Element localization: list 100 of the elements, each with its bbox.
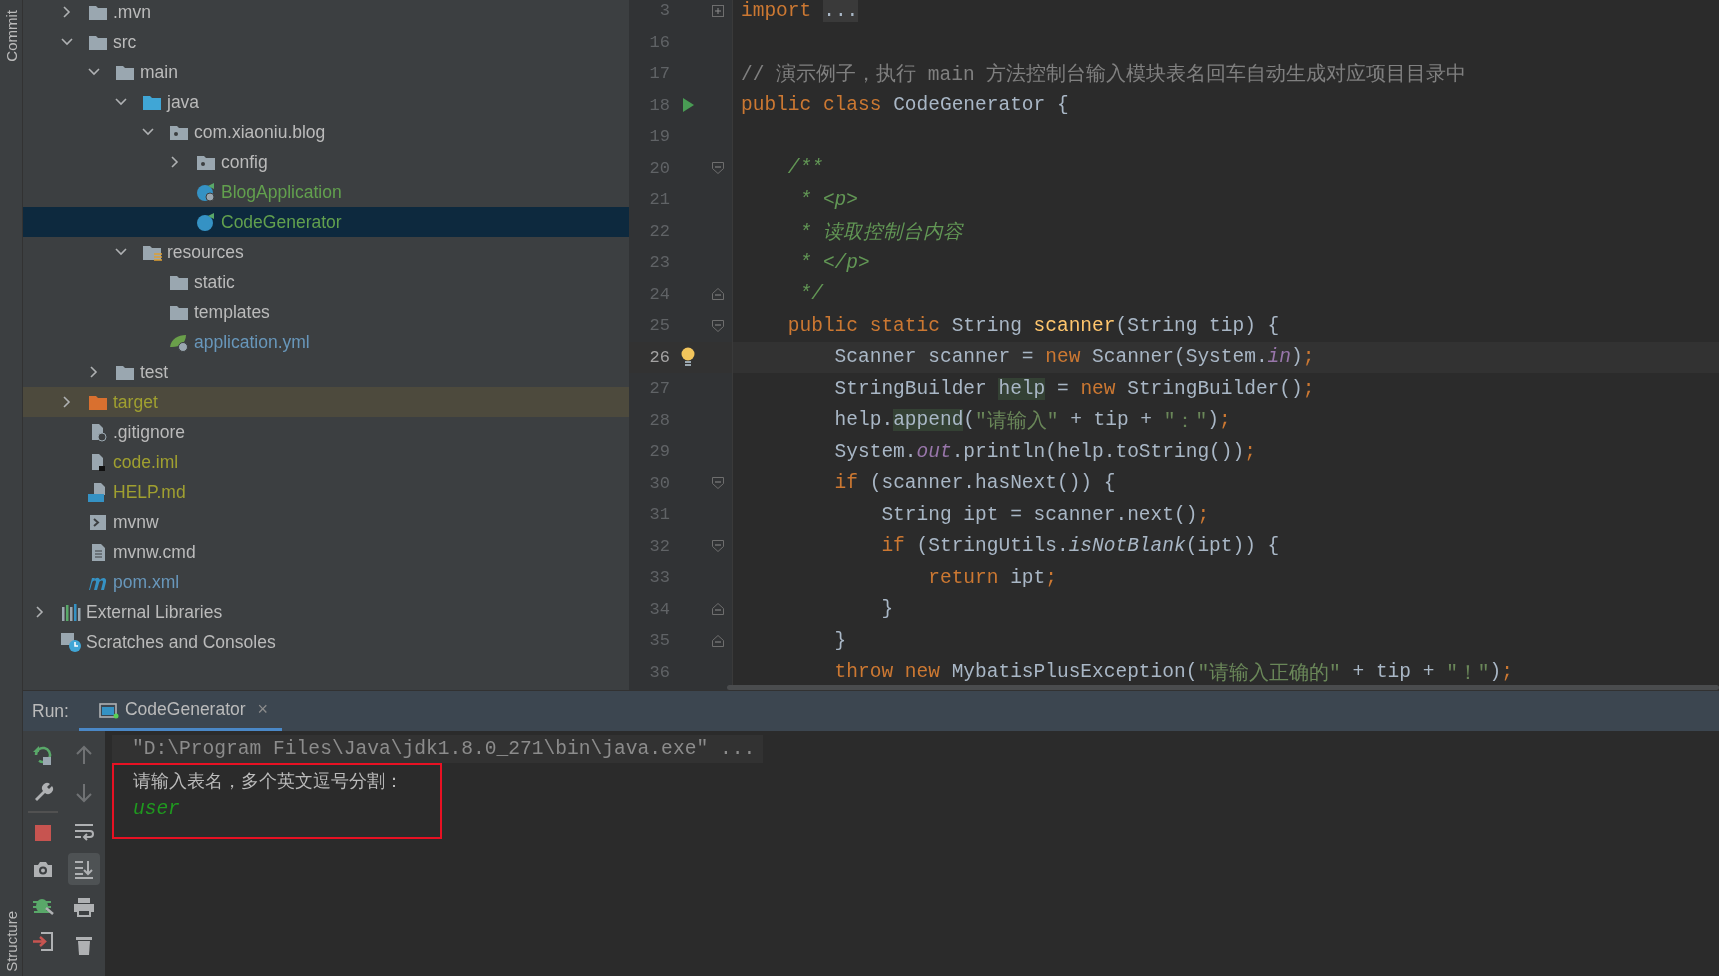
- tree-item-label[interactable]: mvnw: [113, 511, 159, 533]
- code-token: (String tip) {: [1115, 314, 1280, 337]
- fold-icon[interactable]: [712, 634, 724, 647]
- code-token: + tip +: [1069, 409, 1154, 432]
- code-token: StringBuilder: [833, 377, 988, 400]
- tree-item-label[interactable]: src: [113, 31, 137, 53]
- tree-item-label[interactable]: Scratches and Consoles: [86, 631, 276, 653]
- code-token: help: [998, 377, 1046, 400]
- code-token: ): [1489, 661, 1502, 684]
- code-token: ...: [823, 0, 859, 22]
- tree-item-label[interactable]: application.yml: [194, 331, 310, 353]
- code-token: .println(help.toString()): [951, 440, 1245, 463]
- code-token: out: [916, 440, 952, 463]
- code-token: ): [1291, 346, 1303, 369]
- commit-tool-tab[interactable]: Commit: [2, 10, 20, 62]
- code-token: * 读取控制台内容: [798, 220, 963, 245]
- tree-item-label[interactable]: HELP.md: [113, 481, 186, 503]
- code-token: ;: [1197, 503, 1210, 526]
- code-token: "：": [1163, 409, 1208, 434]
- code-token: if: [880, 535, 906, 558]
- fold-icon[interactable]: [712, 603, 724, 616]
- exit-icon: [32, 930, 54, 952]
- code-token: "请输入": [975, 409, 1059, 434]
- code-token: isNotBlank: [1068, 535, 1186, 558]
- code-token: }: [833, 629, 847, 652]
- tree-item-label[interactable]: templates: [194, 301, 270, 323]
- code-token: =: [1055, 377, 1070, 400]
- console-window-icon: [98, 700, 119, 719]
- fold-icon[interactable]: [712, 477, 724, 490]
- code-token: ;: [1302, 346, 1315, 369]
- code-token: scanner: [1033, 314, 1116, 337]
- code-token: // 演示例子，执行 main 方法控制台输入模块表名回车自动生成对应项目目录中: [741, 62, 1467, 88]
- class-icon: [195, 211, 217, 233]
- tree-item-label[interactable]: .mvn: [113, 1, 151, 23]
- code-token: throw new: [833, 661, 941, 684]
- tree-item-label[interactable]: static: [194, 271, 235, 293]
- code-token: StringBuilder(): [1127, 377, 1303, 400]
- code-token: import: [741, 0, 812, 22]
- code-token: CodeGenerator {: [893, 94, 1069, 117]
- scroll-to-end-button[interactable]: [68, 853, 100, 885]
- code-token: (: [963, 409, 976, 432]
- code-token: String: [951, 314, 1023, 337]
- code-token: Scanner(System.: [1092, 346, 1268, 369]
- code-token: Scanner scanner =: [833, 346, 1035, 369]
- library-bars-icon: [60, 601, 82, 623]
- code-token: if: [833, 472, 860, 495]
- code-token: "请输入正确的": [1197, 661, 1341, 686]
- code-token: ;: [1045, 566, 1057, 589]
- tree-item-label[interactable]: resources: [167, 241, 244, 263]
- tree-item-label[interactable]: BlogApplication: [221, 181, 342, 203]
- tree-item-label[interactable]: .gitignore: [113, 421, 185, 443]
- tree-item-label[interactable]: code.iml: [113, 451, 179, 473]
- code-token: /**: [786, 157, 823, 180]
- scroll-to-end-icon: [73, 858, 95, 880]
- arrow-down-icon: [73, 782, 95, 804]
- fold-icon[interactable]: [712, 319, 724, 332]
- code-token: new: [1080, 377, 1117, 400]
- trash-icon: [73, 934, 95, 956]
- rerun-icon: [32, 744, 54, 766]
- console-output: 请输入表名，多个英文逗号分割：: [133, 769, 404, 793]
- lightbulb-icon[interactable]: [680, 347, 696, 368]
- tree-item-label[interactable]: com.xiaoniu.blog: [194, 121, 326, 143]
- tree-item-label[interactable]: java: [167, 91, 200, 113]
- code-token: return: [927, 566, 1000, 589]
- code-token: String ipt = scanner.next(): [880, 503, 1198, 526]
- fold-icon[interactable]: [712, 288, 724, 301]
- code-token: append: [893, 409, 964, 432]
- code-token: }: [880, 598, 894, 621]
- structure-tool-tab[interactable]: Structure: [2, 911, 20, 972]
- tree-item-label[interactable]: External Libraries: [86, 601, 223, 623]
- tree-item-label[interactable]: mvnw.cmd: [113, 541, 196, 563]
- tree-item-label[interactable]: target: [113, 391, 158, 413]
- tree-item-label[interactable]: pom.xml: [113, 571, 180, 593]
- tree-row[interactable]: target: [23, 387, 629, 417]
- tree-item-label[interactable]: main: [140, 61, 178, 83]
- fold-icon[interactable]: [712, 162, 724, 175]
- code-token: ;: [1218, 409, 1231, 432]
- code-token: System.: [833, 440, 917, 463]
- close-icon[interactable]: ×: [257, 699, 269, 720]
- tree-item-label[interactable]: config: [221, 151, 268, 173]
- code-token: "！": [1446, 661, 1490, 686]
- stop-icon: [32, 822, 54, 844]
- code-token: (ipt)) {: [1185, 535, 1280, 558]
- code-token: ipt: [1010, 566, 1046, 589]
- run-icon[interactable]: [681, 97, 695, 114]
- code-token: (StringUtils.: [916, 535, 1069, 558]
- tree-row[interactable]: CodeGenerator: [23, 207, 629, 237]
- code-token: ;: [1244, 440, 1256, 463]
- tree-item-label[interactable]: CodeGenerator: [221, 211, 342, 233]
- tree-item-label[interactable]: test: [140, 361, 169, 383]
- class-icon: [195, 181, 217, 203]
- code-token: MybatisPlusException(: [951, 661, 1198, 684]
- fold-icon[interactable]: [712, 540, 724, 553]
- fold-plus-icon[interactable]: [712, 4, 724, 17]
- code-token: * </p>: [798, 251, 870, 274]
- printer-icon: [73, 896, 95, 918]
- code-token: (scanner.hasNext()) {: [869, 472, 1116, 495]
- code-token: public static: [786, 314, 941, 337]
- code-token: public class: [741, 94, 883, 117]
- horizontal-scrollbar[interactable]: [727, 685, 1719, 690]
